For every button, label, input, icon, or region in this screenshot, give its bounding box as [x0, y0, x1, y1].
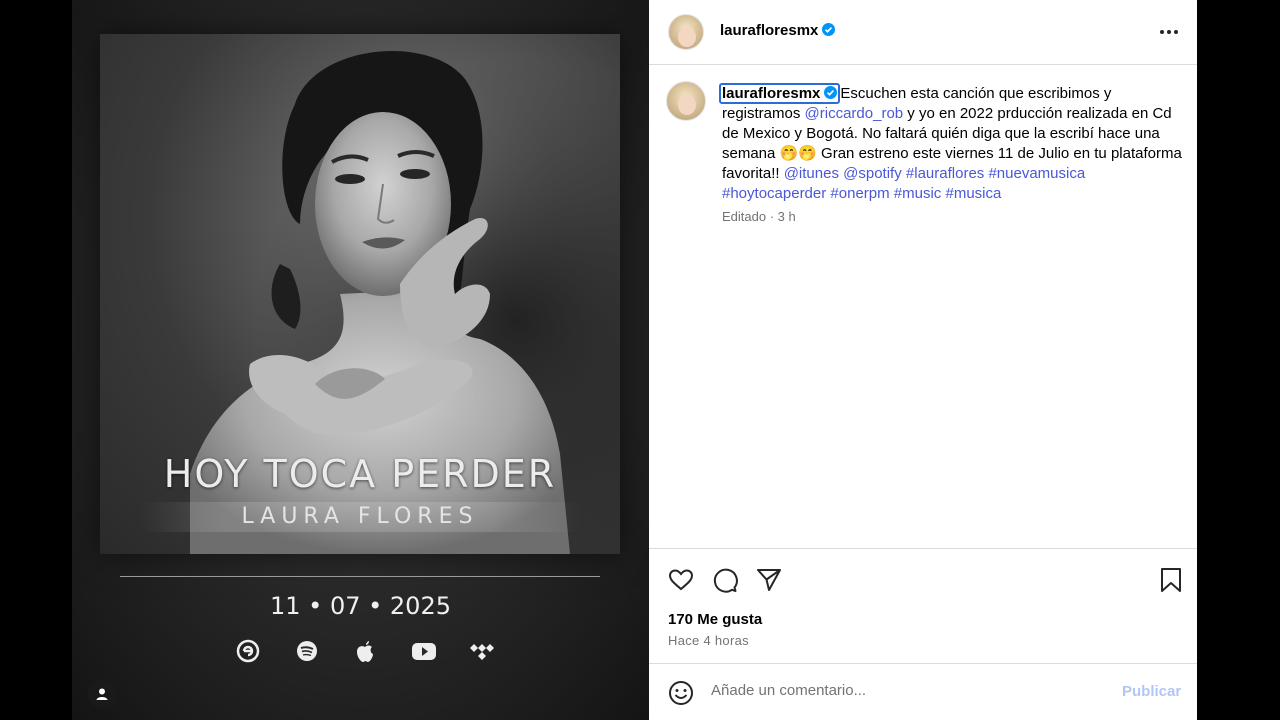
share-send-icon[interactable]: [756, 567, 782, 593]
right-letterbox: [1197, 0, 1280, 720]
like-count[interactable]: 170 Me gusta: [668, 611, 762, 628]
album-cover: HOY TOCA PERDER LAURA FLORES: [100, 34, 620, 554]
cover-divider: [120, 576, 600, 577]
tidal-icon: [469, 638, 495, 664]
hashtag-nuevamusica[interactable]: #nuevamusica: [988, 165, 1085, 182]
like-heart-icon[interactable]: [668, 567, 694, 593]
claro-music-icon: [235, 638, 261, 664]
hashtag-musica[interactable]: #musica: [945, 185, 1001, 202]
post-header: laurafloresmx: [649, 0, 1197, 65]
release-date: 11 • 07 • 2025: [270, 592, 451, 620]
apple-icon: [352, 638, 378, 664]
comment-bar: Publicar: [649, 663, 1197, 720]
mention-spotify[interactable]: @spotify: [843, 165, 902, 182]
caption-username[interactable]: laurafloresmx: [719, 83, 841, 104]
header-username[interactable]: laurafloresmx: [720, 22, 836, 39]
album-artist: LAURA FLORES: [241, 504, 479, 529]
post-time[interactable]: Hace 4 horas: [668, 633, 749, 648]
hashtag-onerpm[interactable]: #onerpm: [830, 185, 889, 202]
caption-username-text[interactable]: laurafloresmx: [722, 85, 820, 102]
post-caption: laurafloresmx Escuchen esta canción que e…: [719, 83, 1182, 204]
left-letterbox: [0, 0, 72, 720]
avatar[interactable]: [668, 14, 704, 50]
youtube-icon: [411, 638, 437, 664]
emoji-icon[interactable]: [668, 680, 694, 706]
save-bookmark-icon[interactable]: [1158, 567, 1184, 593]
post-details-panel: laurafloresmx laurafloresmx Escuchen esta…: [649, 0, 1197, 720]
mention-itunes[interactable]: @itunes: [784, 165, 839, 182]
publish-button[interactable]: Publicar: [1122, 683, 1181, 700]
hashtag-hoytocaperder[interactable]: #hoytocaperder: [722, 185, 826, 202]
mention-riccardo[interactable]: @riccardo_rob: [805, 105, 904, 122]
comment-input[interactable]: [711, 682, 1091, 699]
caption-meta: Editado · 3 h: [722, 209, 796, 224]
verified-badge-icon: [824, 86, 838, 99]
hashtag-music[interactable]: #music: [894, 185, 942, 202]
header-username-text[interactable]: laurafloresmx: [720, 22, 818, 39]
spotify-icon: [294, 638, 320, 664]
caption-avatar[interactable]: [666, 81, 706, 121]
more-options-icon[interactable]: [1158, 22, 1180, 42]
verified-badge-icon: [822, 23, 836, 36]
hashtag-lauraflores[interactable]: #lauraflores: [906, 165, 984, 182]
comment-icon[interactable]: [712, 567, 738, 593]
post-media[interactable]: HOY TOCA PERDER LAURA FLORES 11 • 07 • 2…: [72, 0, 649, 720]
platform-icons: [235, 638, 495, 664]
album-title: HOY TOCA PERDER: [163, 452, 557, 496]
post-actions: 170 Me gusta Hace 4 horas: [649, 548, 1197, 663]
user-tag-icon[interactable]: [88, 680, 116, 708]
